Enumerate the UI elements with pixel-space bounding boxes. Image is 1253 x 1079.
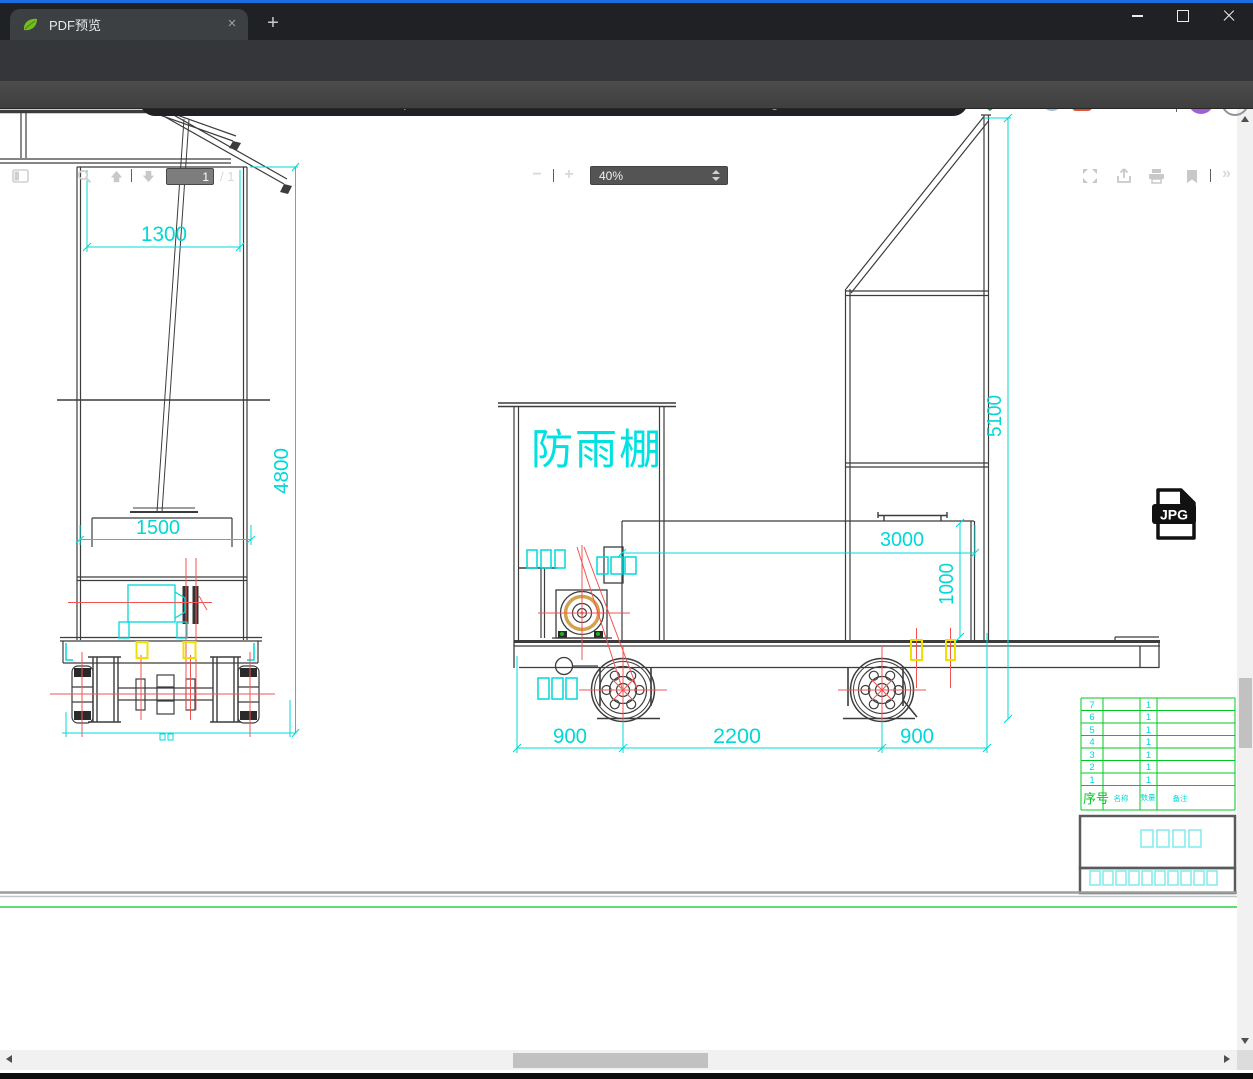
toolbar-divider [1210, 169, 1211, 182]
find-button[interactable] [74, 167, 94, 185]
toolbar-divider [131, 169, 132, 182]
svg-text:1: 1 [1146, 762, 1151, 773]
dim-3000-label: 3000 [880, 529, 924, 551]
window-bottom-edge [0, 1073, 1253, 1079]
zoom-level-value: 40% [599, 169, 624, 183]
gantry-frame [844, 114, 991, 641]
scroll-up-arrow[interactable] [1241, 116, 1249, 122]
browser-tab[interactable]: PDF预览 × [10, 9, 248, 40]
scroll-right-arrow[interactable] [1224, 1055, 1230, 1063]
previous-page-button[interactable] [106, 167, 126, 185]
tab-title: PDF预览 [49, 18, 102, 33]
horizontal-scroll-thumb[interactable] [513, 1052, 708, 1068]
svg-text:2: 2 [1089, 762, 1094, 773]
side-left-wheel [578, 644, 668, 736]
jpg-file-icon: JPG [1152, 488, 1196, 540]
next-page-button[interactable] [138, 167, 158, 185]
spring-leaf-favicon [23, 18, 37, 30]
page-number-input[interactable] [166, 168, 214, 185]
maximize-icon [1177, 10, 1189, 22]
dim-900-right-label: 900 [900, 725, 934, 748]
tab-strip: PDF预览 × + [0, 0, 1253, 40]
select-arrows-icon [712, 170, 720, 182]
zoom-in-button[interactable]: + [558, 165, 580, 185]
zoom-out-button[interactable]: − [526, 165, 548, 185]
print-button[interactable] [1146, 167, 1166, 185]
roof-tab [280, 184, 292, 194]
side-right-wheel [837, 644, 927, 736]
svg-text:3: 3 [1089, 750, 1094, 761]
open-file-button[interactable] [1114, 167, 1134, 185]
roof-tab [229, 141, 241, 150]
pdf-page: 1300 1500 4800 3000 1000 5100 900 2200 9… [0, 109, 1237, 1050]
svg-text:1: 1 [1146, 775, 1151, 786]
dim-900-left-label: 900 [553, 725, 587, 748]
dim-1500-label: 1500 [136, 517, 180, 539]
vertical-scroll-thumb[interactable] [1238, 678, 1252, 748]
horizontal-scrollbar[interactable] [0, 1050, 1237, 1070]
dimension-labels: 1300 1500 4800 3000 1000 5100 900 2200 9… [136, 223, 1006, 748]
svg-text:7: 7 [1089, 700, 1094, 711]
scrollbar-corner [1237, 1050, 1253, 1070]
title-placeholder-glyphs [1089, 829, 1218, 886]
jpg-badge-label: JPG [1160, 507, 1188, 523]
tab-close-icon[interactable]: × [224, 16, 240, 32]
front-right-wheelset [210, 656, 260, 724]
page-count-label: / 1 [220, 169, 235, 184]
dim-1000-label: 1000 [936, 563, 958, 605]
bom-header-name: 名称 [1114, 793, 1130, 803]
rain-shelter-label: 防雨棚 [531, 426, 663, 473]
svg-text:1: 1 [1146, 712, 1151, 723]
dim-5100-label: 5100 [984, 395, 1006, 437]
more-tools-button[interactable]: » [1222, 165, 1231, 183]
dim-2200-label: 2200 [713, 725, 761, 748]
new-tab-button[interactable]: + [260, 11, 286, 37]
bookmark-button[interactable] [1182, 167, 1202, 185]
window-maximize-button[interactable] [1160, 0, 1206, 32]
svg-text:6: 6 [1089, 712, 1094, 723]
front-view [0, 109, 292, 724]
dim-1300-label: 1300 [141, 223, 187, 246]
pdf-viewer-toolbar: / 1 − + 40% » [0, 81, 1253, 185]
presentation-mode-button[interactable] [1080, 167, 1100, 185]
dim-4800-label: 4800 [271, 448, 293, 494]
cad-drawing-canvas: 1300 1500 4800 3000 1000 5100 900 2200 9… [0, 109, 1237, 908]
zoom-level-select[interactable]: 40% [590, 166, 728, 185]
svg-text:1: 1 [1146, 725, 1151, 736]
front-left-wheelset [71, 656, 121, 724]
front-view-rail-clamps [135, 641, 197, 659]
svg-text:1: 1 [1089, 775, 1094, 786]
svg-text:1: 1 [1146, 750, 1151, 761]
scroll-down-arrow[interactable] [1241, 1038, 1249, 1044]
bom-header-no: 序号 [1083, 791, 1109, 806]
vertical-scrollbar[interactable] [1237, 109, 1253, 1052]
sidebar-toggle-button[interactable] [10, 167, 30, 185]
browser-toolbar: ← → ↻ ⌂ ⓘ localhost:8012/onlinePreview?u… [0, 40, 1253, 116]
svg-text:5: 5 [1089, 725, 1094, 736]
scroll-left-arrow[interactable] [6, 1055, 12, 1063]
toolbar-divider [553, 169, 554, 182]
window-accent-strip [0, 0, 1253, 3]
window-minimize-button[interactable] [1114, 0, 1160, 32]
bom-header-qty: 数量 [1141, 792, 1157, 802]
window-close-button[interactable] [1206, 0, 1252, 32]
minimize-icon [1131, 15, 1143, 17]
bom-header-note: 备注 [1173, 793, 1189, 803]
svg-text:1: 1 [1146, 737, 1151, 748]
svg-text:1: 1 [1146, 700, 1151, 711]
svg-text:4: 4 [1089, 737, 1094, 748]
